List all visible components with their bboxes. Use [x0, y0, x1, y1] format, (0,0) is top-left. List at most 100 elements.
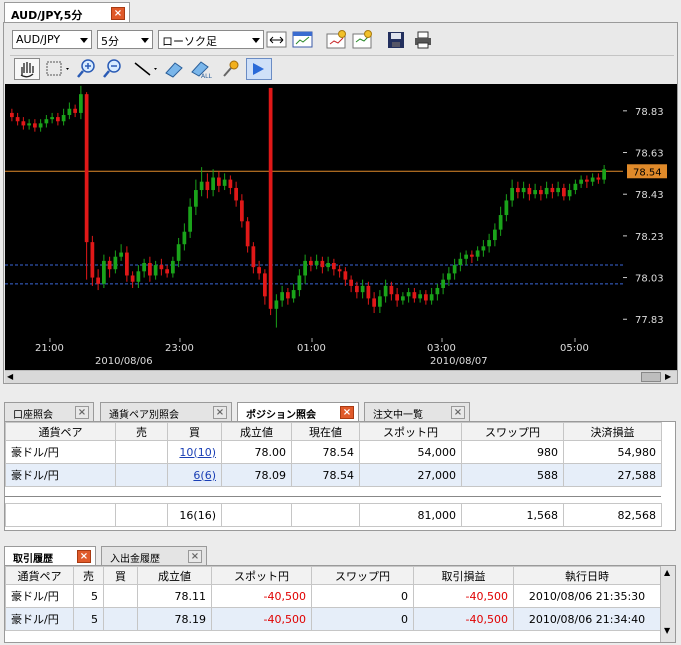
cell-pair: 豪ドル/円 [5, 440, 116, 464]
column-header[interactable]: 通貨ペア [5, 566, 74, 585]
column-header[interactable]: 買 [103, 566, 138, 585]
candle [389, 285, 394, 295]
forward-arrow-icon[interactable] [246, 58, 272, 80]
buy-quantity-link[interactable]: 6(6) [193, 469, 216, 482]
cell-sell [115, 463, 168, 487]
column-header[interactable]: スワップ円 [461, 422, 564, 441]
positions-panel: 通貨ペア 売 買 成立値 現在値 スポット円 スワップ円 決済損益 豪ドル/円 … [4, 421, 676, 531]
range-icon[interactable] [266, 30, 288, 50]
table-header-row: 通貨ペア 売 買 成立値 現在値 スポット円 スワップ円 決済損益 [5, 422, 662, 441]
candle [56, 117, 60, 122]
candle [550, 187, 555, 193]
price-tick-label: 77.83 [635, 315, 664, 326]
column-header[interactable]: 取引損益 [413, 566, 514, 585]
column-header[interactable]: スワップ円 [311, 566, 414, 585]
candle [383, 285, 388, 297]
table-row[interactable]: 豪ドル/円 5 78.19 -40,500 0 -40,500 2010/08/… [5, 607, 661, 631]
tab-account[interactable]: 口座照会 × [4, 402, 94, 421]
table-row[interactable]: 豪ドル/円 6(6) 78.09 78.54 27,000 588 27,588 [5, 463, 662, 487]
scroll-right-icon[interactable]: ▶ [665, 372, 671, 381]
column-header[interactable]: 決済損益 [563, 422, 662, 441]
zoom-out-icon[interactable] [102, 58, 124, 80]
close-icon[interactable]: × [188, 550, 202, 563]
close-icon[interactable]: × [77, 550, 91, 563]
buy-quantity-link[interactable]: 10(10) [179, 446, 216, 459]
scroll-up-icon[interactable]: ▲ [664, 568, 670, 577]
candle [217, 177, 221, 186]
candle [343, 271, 348, 280]
candle [418, 294, 422, 299]
trend-line-icon[interactable] [132, 58, 160, 80]
candle [171, 260, 175, 274]
cell-total-swap: 1,568 [461, 503, 564, 527]
column-header[interactable]: スポット円 [359, 422, 462, 441]
candle [309, 260, 313, 266]
close-icon[interactable]: × [340, 406, 354, 419]
tab-open-orders[interactable]: 注文中一覧 × [364, 402, 470, 421]
scroll-down-icon[interactable]: ▼ [664, 626, 670, 635]
candle [596, 177, 601, 180]
pin-icon[interactable] [220, 58, 242, 80]
column-header[interactable]: 売 [73, 566, 104, 585]
candle [585, 179, 589, 182]
column-header[interactable]: 成立値 [221, 422, 292, 441]
indicator-settings-icon[interactable] [352, 30, 374, 50]
cell-swap: 0 [311, 584, 414, 608]
indicator-chart-icon[interactable] [292, 30, 314, 50]
candle [504, 200, 509, 216]
positions-totals: 16(16) 81,000 1,568 82,568 [5, 503, 662, 527]
chart-scrollbar[interactable]: ◀ ▶ [5, 370, 677, 383]
candle [452, 265, 457, 274]
column-header[interactable]: スポット円 [211, 566, 312, 585]
time-label: 23:00 [165, 343, 194, 354]
column-header[interactable]: 通貨ペア [5, 422, 116, 441]
column-header[interactable]: 売 [115, 422, 168, 441]
zoom-in-icon[interactable] [76, 58, 98, 80]
print-icon[interactable] [413, 30, 433, 50]
close-icon[interactable]: × [111, 7, 125, 20]
candle [142, 262, 146, 272]
erase-all-icon[interactable]: ALL [188, 58, 214, 80]
select-rect-icon[interactable] [44, 58, 72, 80]
candlestick-plot[interactable] [5, 84, 623, 370]
candle [102, 260, 106, 284]
pair-select[interactable]: AUD/JPY [12, 30, 92, 49]
cell-total-empty [115, 503, 168, 527]
scroll-thumb[interactable] [641, 372, 661, 382]
candle [79, 94, 83, 113]
tab-deposit-history[interactable]: 入出金履歴 × [101, 546, 207, 565]
close-icon[interactable]: × [451, 406, 465, 419]
eraser-icon[interactable] [162, 58, 186, 80]
history-scrollbar[interactable]: ▲ ▼ [660, 566, 675, 642]
cell-swap: 588 [461, 463, 564, 487]
scroll-left-icon[interactable]: ◀ [7, 372, 13, 381]
candle [429, 294, 434, 301]
save-icon[interactable] [386, 30, 406, 50]
column-header[interactable]: 成立値 [137, 566, 212, 585]
interval-select[interactable]: 5分 [97, 30, 153, 49]
column-header[interactable]: 執行日時 [513, 566, 661, 585]
hand-tool-icon[interactable] [14, 58, 40, 80]
candle [44, 119, 49, 124]
table-row[interactable]: 豪ドル/円 10(10) 78.00 78.54 54,000 980 54,9… [5, 440, 662, 464]
column-header[interactable]: 買 [167, 422, 222, 441]
add-indicator-icon[interactable] [326, 30, 348, 50]
table-row[interactable]: 豪ドル/円 5 78.11 -40,500 0 -40,500 2010/08/… [5, 584, 661, 608]
cell-total-empty [5, 503, 116, 527]
tab-trade-history[interactable]: 取引履歴 × [4, 546, 96, 565]
cell-sell: 5 [73, 607, 104, 631]
candle [176, 244, 181, 261]
tab-positions[interactable]: ポジション照会 × [237, 402, 359, 421]
cell-pl: 27,588 [563, 463, 662, 487]
cell-pair: 豪ドル/円 [5, 607, 74, 631]
chart-tab[interactable]: AUD/JPY,5分 × [4, 2, 130, 23]
column-header[interactable]: 現在値 [291, 422, 360, 441]
cell-pair: 豪ドル/円 [5, 463, 116, 487]
cell-price: 78.19 [137, 607, 212, 631]
close-icon[interactable]: × [75, 406, 89, 419]
chart-type-select[interactable]: ローソク足 [158, 30, 264, 49]
price-tick-label: 78.23 [635, 232, 664, 243]
close-icon[interactable]: × [213, 406, 227, 419]
candle [527, 187, 532, 195]
tab-pair-summary[interactable]: 通貨ペア別照会 × [100, 402, 232, 421]
